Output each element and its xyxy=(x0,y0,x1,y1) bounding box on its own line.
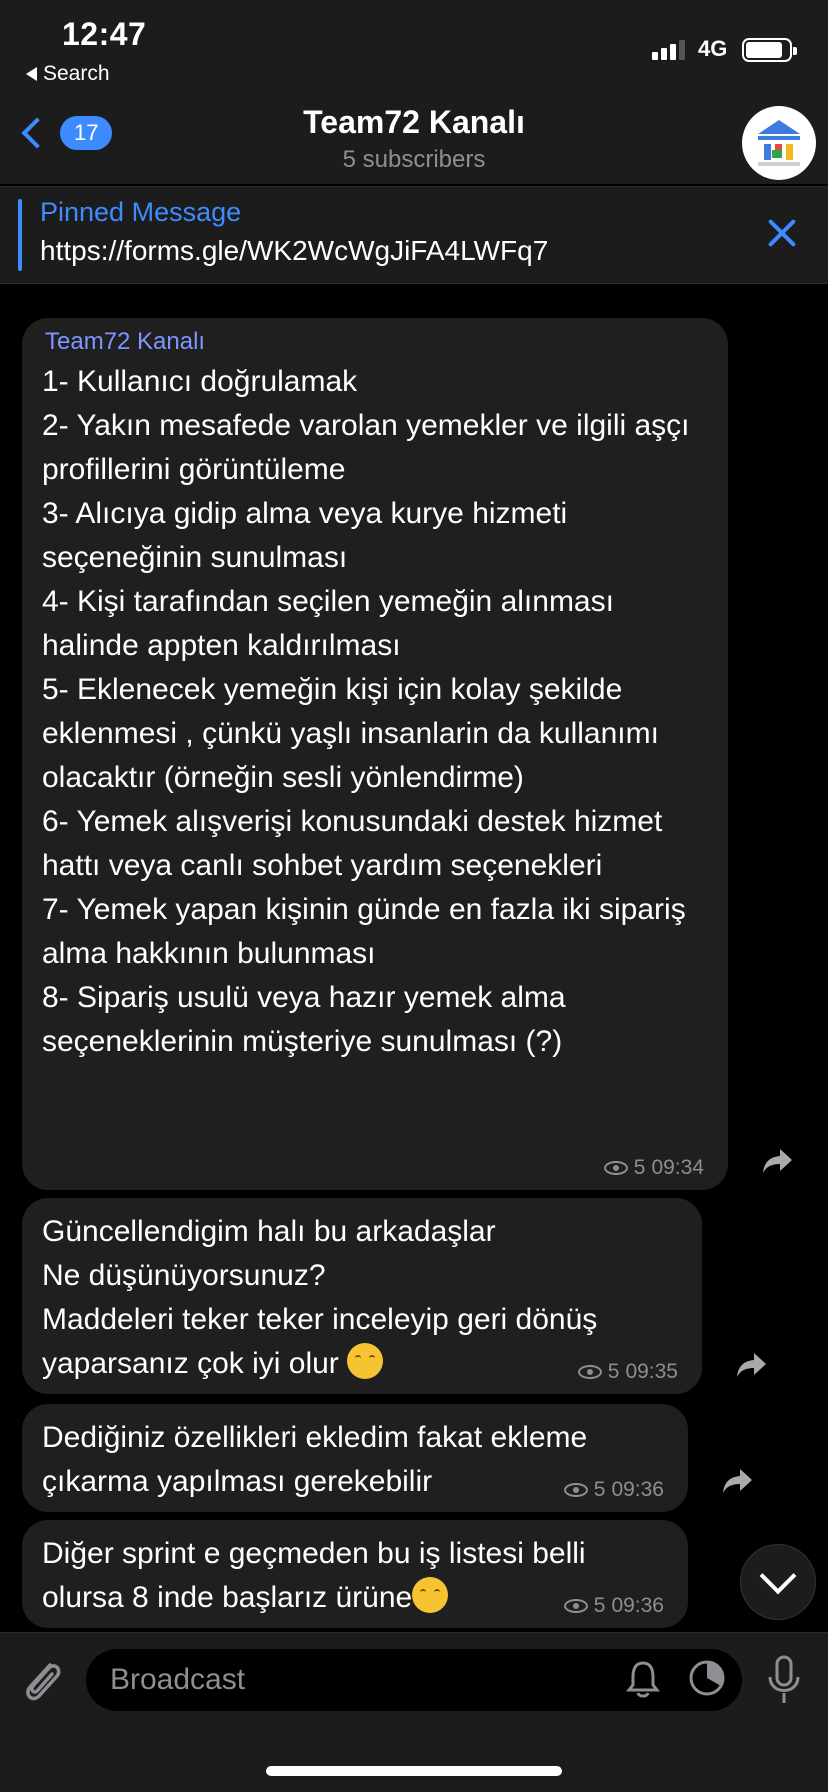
message-time: 09:36 xyxy=(611,1594,664,1617)
message-text: 1- Kullanıcı doğrulamak 2- Yakın mesafed… xyxy=(42,365,690,1058)
battery-icon xyxy=(742,38,797,62)
timer-icon[interactable] xyxy=(688,1659,726,1697)
message-text-content: Güncellendigim halı bu arkadaşlar Ne düş… xyxy=(42,1215,598,1380)
message-meta: 5 09:35 xyxy=(577,1360,678,1384)
view-count: 5 xyxy=(593,1594,606,1617)
share-icon[interactable] xyxy=(762,1146,794,1176)
message-bubble[interactable]: Diğer sprint e geçmeden bu iş listesi be… xyxy=(22,1520,688,1628)
message-bubble[interactable]: Güncellendigim halı bu arkadaşlar Ne düş… xyxy=(22,1198,702,1394)
relieved-emoji-icon xyxy=(412,1577,449,1613)
close-icon[interactable] xyxy=(766,217,798,249)
signal-icon xyxy=(652,38,685,60)
share-icon[interactable] xyxy=(722,1466,754,1496)
paperclip-icon[interactable] xyxy=(20,1657,64,1707)
broadcast-placeholder: Broadcast xyxy=(110,1663,246,1696)
smile-emoji-icon xyxy=(347,1343,384,1379)
eye-icon xyxy=(577,1365,602,1379)
message-time: 09:35 xyxy=(625,1360,678,1383)
message-meta: 5 09:34 xyxy=(603,1156,704,1180)
back-arrow-icon xyxy=(26,67,37,81)
pinned-message[interactable]: Pinned Message https://forms.gle/WK2WcWg… xyxy=(0,186,828,284)
message-meta: 5 09:36 xyxy=(563,1478,664,1502)
pinned-text: https://forms.gle/WK2WcWgJiFA4LWFq7 xyxy=(40,235,549,266)
network-type: 4G xyxy=(698,36,728,61)
bank-logo-icon xyxy=(758,120,800,166)
status-bar: 12:47 Search 4G xyxy=(0,0,828,92)
bell-icon[interactable] xyxy=(626,1659,660,1699)
message-time: 09:34 xyxy=(651,1156,704,1179)
pinned-title: Pinned Message xyxy=(40,197,242,227)
share-icon[interactable] xyxy=(736,1350,768,1380)
chat-header: 17 Team72 Kanalı 5 subscribers xyxy=(0,92,828,184)
view-count: 5 xyxy=(633,1156,646,1179)
chevron-down-icon xyxy=(759,1557,797,1595)
message-text-content: Diğer sprint e geçmeden bu iş listesi be… xyxy=(42,1537,594,1614)
message-time: 09:36 xyxy=(611,1478,664,1501)
channel-avatar[interactable] xyxy=(742,106,816,180)
subscriber-count: 5 subscribers xyxy=(342,146,486,173)
eye-icon xyxy=(563,1599,588,1613)
eye-icon xyxy=(603,1161,628,1175)
microphone-icon[interactable] xyxy=(766,1655,802,1707)
message-bubble[interactable]: Dediğiniz özellikleri ekledim fakat ekle… xyxy=(22,1404,688,1512)
message-sender: Team72 Kanalı xyxy=(45,328,206,355)
view-count: 5 xyxy=(607,1360,620,1383)
back-to-search[interactable]: Search xyxy=(26,62,110,86)
scroll-to-bottom-button[interactable] xyxy=(740,1544,816,1620)
message-bubble[interactable]: Team72 Kanalı 1- Kullanıcı doğrulamak 2-… xyxy=(22,318,728,1190)
home-indicator xyxy=(266,1766,562,1776)
eye-icon xyxy=(563,1483,588,1497)
pinned-indicator xyxy=(18,199,22,271)
channel-title[interactable]: Team72 Kanalı xyxy=(0,104,828,141)
clock: 12:47 xyxy=(62,16,147,52)
view-count: 5 xyxy=(593,1478,606,1501)
back-search-label: Search xyxy=(43,62,110,85)
message-meta: 5 09:36 xyxy=(563,1594,664,1618)
